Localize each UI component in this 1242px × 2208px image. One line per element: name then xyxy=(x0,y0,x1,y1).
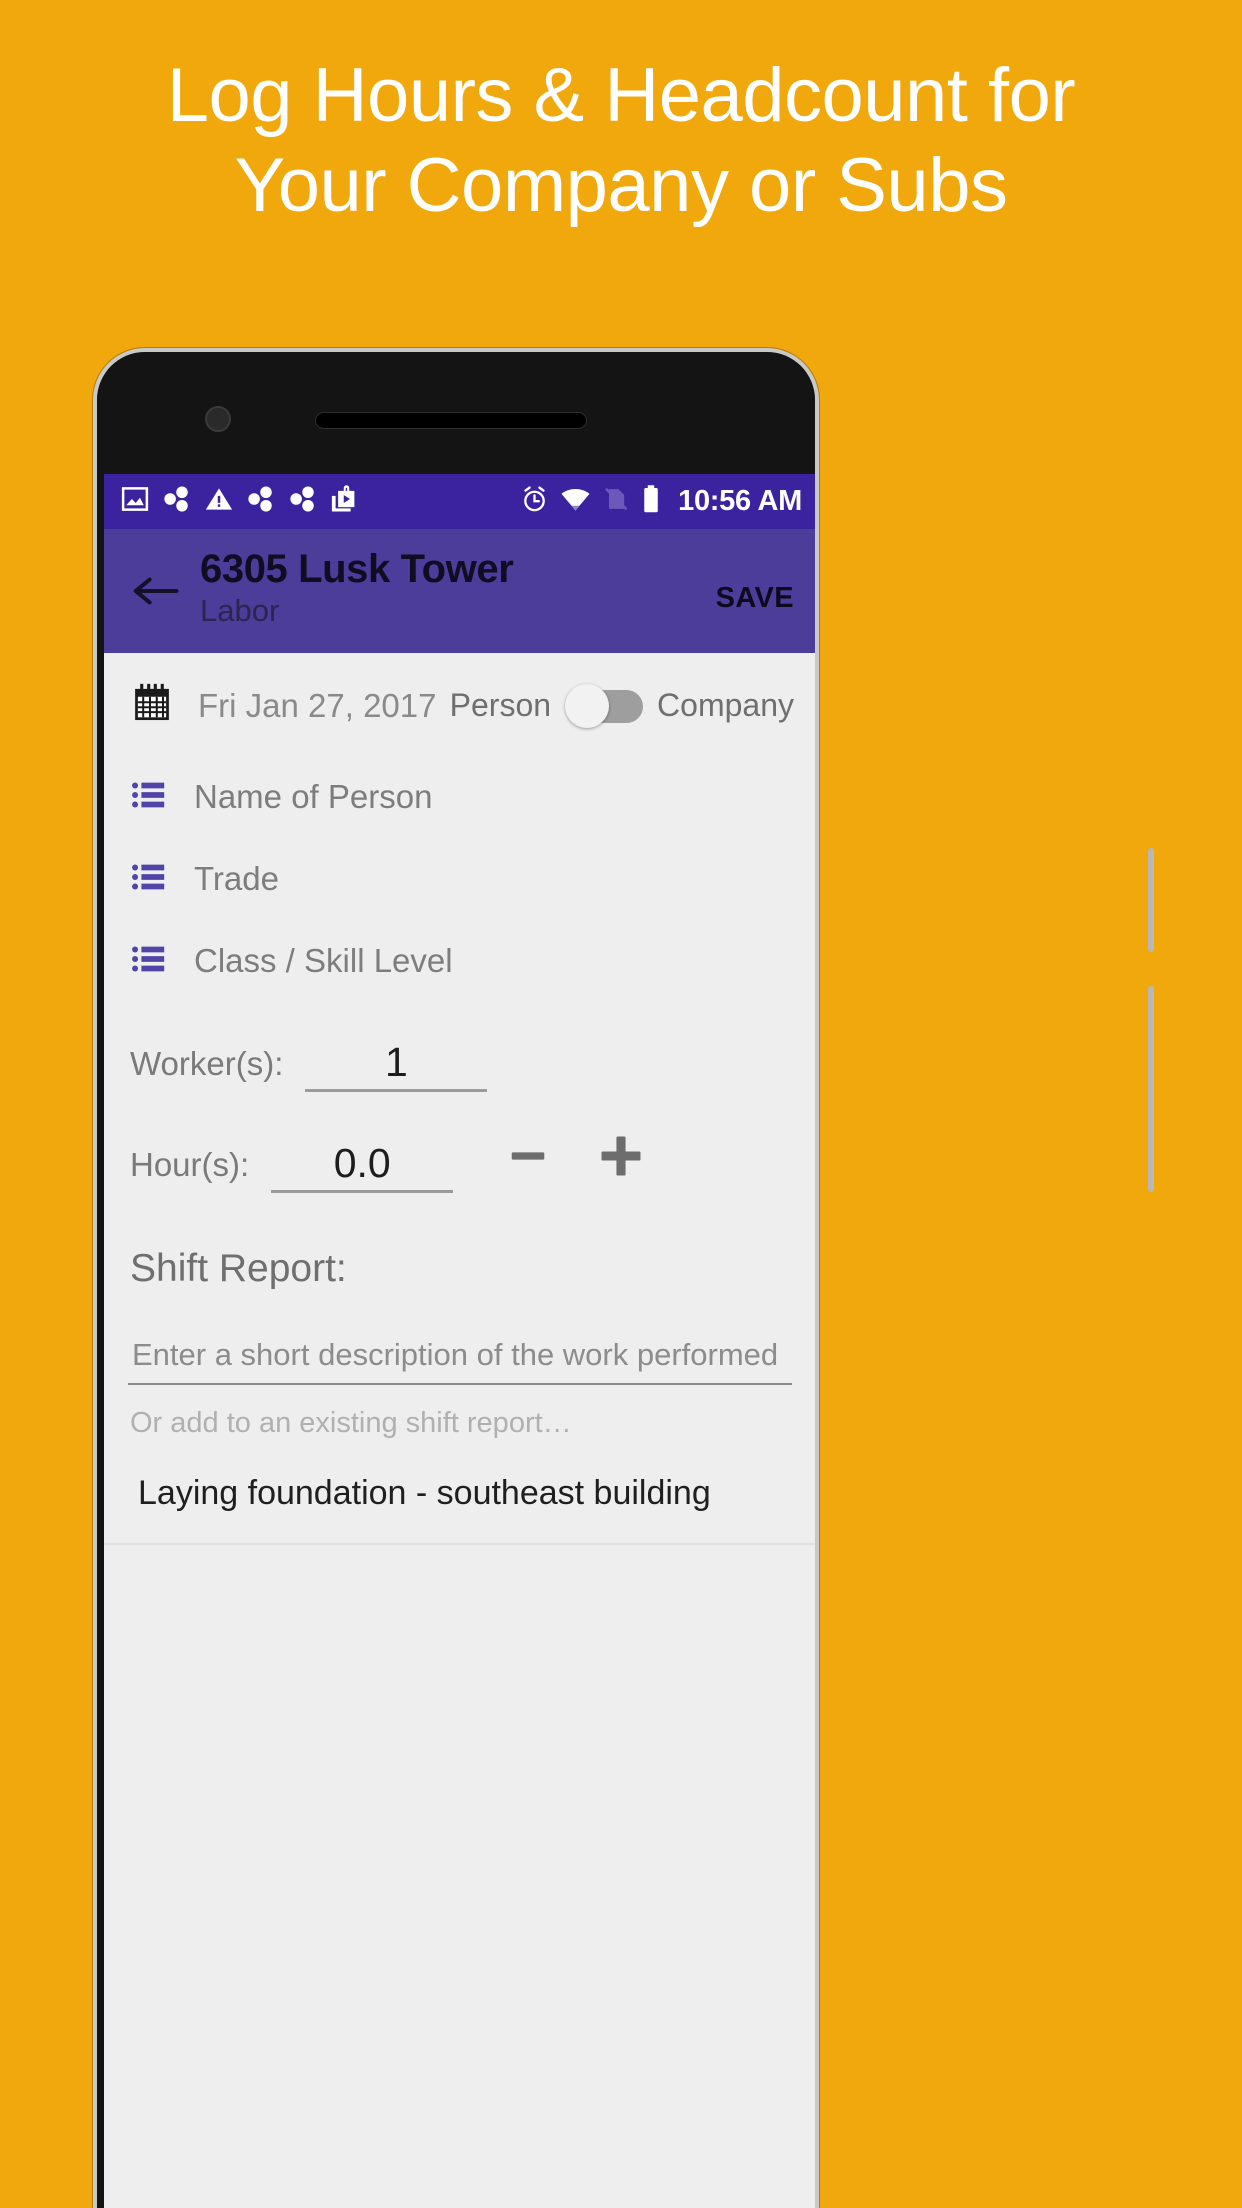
hours-value: 0.0 xyxy=(333,1139,391,1186)
plus-icon[interactable] xyxy=(595,1130,647,1187)
app-bar: 6305 Lusk Tower Labor SAVE xyxy=(104,529,815,653)
promo-headline-line-1: Log Hours & Headcount for xyxy=(166,53,1076,138)
date-and-mode-row: Fri Jan 27, 2017 Person Company xyxy=(104,653,815,756)
alarm-clock-icon xyxy=(520,485,549,519)
select-row-class-skill-level[interactable]: Class / Skill Level xyxy=(104,920,815,1002)
calendar-icon[interactable] xyxy=(130,681,174,730)
hours-row: Hour(s): 0.0 xyxy=(104,1102,815,1203)
workers-value: 1 xyxy=(384,1038,408,1085)
workers-label: Worker(s): xyxy=(130,1045,284,1082)
page-subtitle: Labor xyxy=(200,592,280,628)
list-item[interactable]: Laying foundation - southeast building xyxy=(104,1440,815,1545)
phone-hardware-top xyxy=(97,352,815,474)
hours-input[interactable]: 0.0 xyxy=(271,1139,454,1193)
phone-power-button xyxy=(1148,986,1154,1192)
phone-device-frame: 10:56 AM 6305 Lusk Tower Labor SAVE Fri … xyxy=(93,348,819,2208)
status-bar-system-icons: 10:56 AM xyxy=(520,484,802,520)
list-icon xyxy=(130,858,168,901)
workers-input[interactable]: 1 xyxy=(305,1038,488,1092)
play-store-icon xyxy=(330,484,360,519)
phone-device-body: 10:56 AM 6305 Lusk Tower Labor SAVE Fri … xyxy=(97,352,815,2208)
promo-headline: Log Hours & Headcount for Your Company o… xyxy=(0,58,1242,238)
status-bar-clock: 10:56 AM xyxy=(678,485,802,517)
select-row-label: Trade xyxy=(194,860,279,897)
android-status-bar: 10:56 AM xyxy=(104,474,815,529)
phone-screen: 10:56 AM 6305 Lusk Tower Labor SAVE Fri … xyxy=(104,474,815,2208)
share-nodes-icon xyxy=(246,484,276,519)
back-arrow-icon[interactable] xyxy=(124,571,186,611)
toggle-thumb[interactable] xyxy=(565,683,610,728)
select-row-label: Name of Person xyxy=(194,778,433,815)
date-value[interactable]: Fri Jan 27, 2017 xyxy=(198,687,450,725)
select-row-label: Class / Skill Level xyxy=(194,942,453,979)
wifi-icon xyxy=(560,484,591,520)
person-company-toggle[interactable] xyxy=(565,683,644,728)
shift-report-placeholder: Enter a short description of the work pe… xyxy=(132,1337,779,1372)
status-bar-notification-icons xyxy=(120,484,520,519)
hours-stepper xyxy=(505,1130,647,1193)
toggle-label-person: Person xyxy=(449,687,552,723)
shift-report-title: Shift Report: xyxy=(130,1247,347,1290)
battery-icon xyxy=(641,484,661,519)
share-nodes-icon xyxy=(162,484,192,519)
app-bar-title-block: 6305 Lusk Tower Labor xyxy=(186,546,706,631)
toggle-label-company: Company xyxy=(657,687,794,723)
workers-row: Worker(s): 1 xyxy=(104,1002,815,1102)
minus-icon[interactable] xyxy=(505,1133,551,1184)
select-row-trade[interactable]: Trade xyxy=(104,838,815,920)
earpiece-speaker xyxy=(315,412,587,429)
person-company-toggle-group: Person Company xyxy=(449,683,794,728)
front-camera-icon xyxy=(205,406,231,432)
warning-triangle-icon xyxy=(204,484,234,519)
no-sim-icon xyxy=(602,485,630,518)
or-add-existing-label: Or add to an existing shift report… xyxy=(130,1407,572,1439)
image-icon xyxy=(120,484,150,519)
select-row-name-of-person[interactable]: Name of Person xyxy=(104,756,815,838)
hours-label: Hour(s): xyxy=(130,1146,250,1183)
share-nodes-icon xyxy=(288,484,318,519)
phone-volume-button xyxy=(1148,848,1154,952)
form-content: Fri Jan 27, 2017 Person Company Name of … xyxy=(104,653,815,2208)
save-button[interactable]: SAVE xyxy=(706,582,794,615)
shift-report-input[interactable]: Enter a short description of the work pe… xyxy=(128,1337,792,1385)
list-icon xyxy=(130,940,168,983)
list-icon xyxy=(130,776,168,819)
promo-headline-line-2: Your Company or Subs xyxy=(234,143,1008,228)
page-title: 6305 Lusk Tower xyxy=(200,546,514,591)
